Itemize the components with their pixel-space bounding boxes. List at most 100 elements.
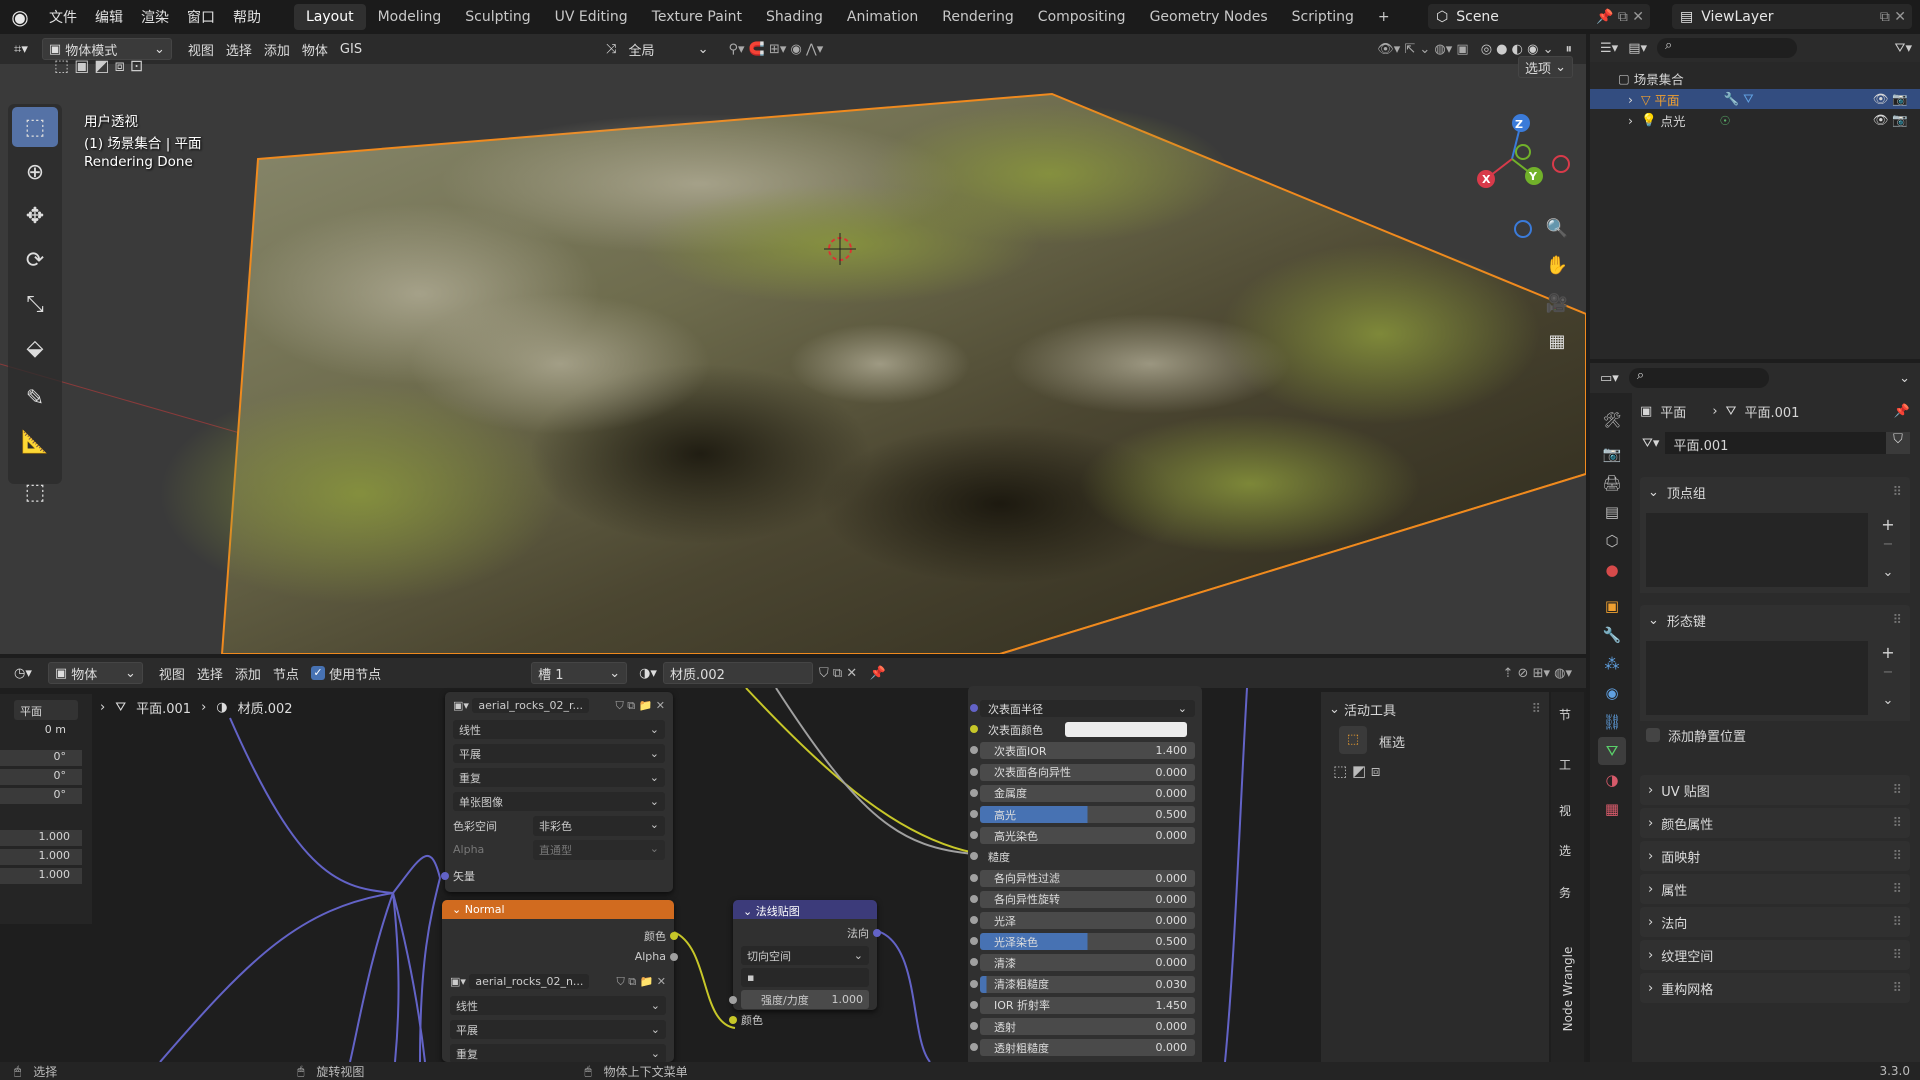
drag-handle-icon[interactable]: ⠿ — [1892, 613, 1910, 628]
side-value-scale-x[interactable]: 1.000 — [0, 830, 82, 846]
vertex-group-menu-icon[interactable]: ⌄ — [1876, 565, 1900, 587]
bsdf-input-row[interactable]: 金属度 0.000 — [980, 784, 1195, 802]
display-mode-icon[interactable]: ▤▾ — [1628, 41, 1647, 56]
bsdf-input-row[interactable]: 高光 0.500 — [980, 806, 1195, 823]
menu-edit[interactable]: 编辑 — [86, 7, 132, 27]
properties-section[interactable]: › 法向 ⠿ — [1640, 907, 1910, 937]
pin-icon[interactable]: 📌 — [1894, 404, 1910, 419]
tab-shading[interactable]: Shading — [754, 4, 835, 30]
drag-handle-icon[interactable]: ⠿ — [1892, 882, 1910, 897]
properties-section[interactable]: › 重构网格 ⠿ — [1640, 973, 1910, 1003]
drag-handle-icon[interactable]: ⠿ — [1892, 849, 1910, 864]
outliner-editor-icon[interactable]: ☰▾ — [1600, 41, 1618, 56]
pin-icon[interactable]: 📌 ⧉ ✕ — [1596, 9, 1650, 25]
expand-icon[interactable]: › — [1640, 783, 1661, 798]
bsdf-input-row[interactable]: 清漆 0.000 — [980, 954, 1195, 972]
active-tool-panel[interactable]: ⌄ 活动工具 ⠿ — [1329, 698, 1541, 720]
menu-object[interactable]: 物体 — [296, 38, 334, 60]
strength-field[interactable]: 强度/力度 1.000 — [741, 990, 869, 1009]
side-value-scale-z[interactable]: 1.000 — [0, 868, 82, 884]
collapse-icon[interactable]: ⌄ — [1640, 613, 1667, 628]
menu-select[interactable]: 选择 — [220, 38, 258, 60]
fake-user-icon[interactable]: ⛉ — [1886, 432, 1910, 454]
properties-section[interactable]: › UV 贴图 ⠿ — [1640, 775, 1910, 805]
constraints-tab-icon[interactable]: ⛓ — [1598, 708, 1626, 736]
strength-socket[interactable] — [729, 996, 737, 1004]
color-input-socket[interactable] — [729, 1016, 737, 1024]
vector-socket[interactable] — [441, 872, 449, 880]
normal-node-header[interactable]: ⌄ Normal — [442, 900, 674, 919]
tab-modeling[interactable]: Modeling — [366, 4, 454, 30]
shape-key-menu-icon[interactable]: ⌄ — [1876, 693, 1900, 715]
editor-type-icon[interactable]: ⌗▾ — [8, 38, 34, 60]
bsdf-input-row[interactable]: 清漆粗糙度 0.030 — [980, 975, 1195, 993]
render-tab-icon[interactable]: 📷 — [1598, 440, 1626, 468]
bsdf-input-row[interactable]: 透射粗糙度 0.000 — [980, 1039, 1195, 1057]
transform-orientation-selector[interactable]: 全局 ⌄ — [623, 38, 715, 60]
menu-file[interactable]: 文件 — [40, 7, 86, 27]
cursor-tool-icon[interactable]: ⊕ — [12, 152, 58, 192]
add-cube-tool-icon[interactable]: ⬚ — [12, 472, 58, 512]
texture-tab-icon[interactable]: ▦ — [1598, 795, 1626, 823]
material-browse-icon[interactable]: ◑▾ — [633, 662, 663, 684]
collapse-icon[interactable]: ⌄ — [1329, 702, 1344, 717]
shader-node-editor[interactable]: ◷▾ ▣ 物体 ⌄ 视图 选择 添加 节点 ✓ 使用节点 槽 1 ⌄ ◑▾ 材质.0… — [0, 658, 1586, 1062]
side-value-rot-y[interactable]: 0° — [0, 769, 82, 785]
add-workspace-icon[interactable]: + — [1366, 4, 1402, 30]
normal-map-node[interactable]: ⌄ 法线贴图 法向 切向空间 ⌄ ▪ 强度/力度 1.000 颜色 — [729, 900, 881, 1027]
collapse-icon[interactable]: ⌄ — [1640, 485, 1667, 500]
normal-proj-dropdown[interactable]: 平展 ⌄ — [450, 1020, 666, 1039]
modifier-tab-icon[interactable]: 🔧 — [1598, 621, 1626, 649]
source-dropdown[interactable]: 单张图像 ⌄ — [453, 792, 665, 811]
side-value-rot-z[interactable]: 0° — [0, 788, 82, 804]
drag-handle-icon[interactable]: ⠿ — [1892, 915, 1910, 930]
slot-selector[interactable]: 槽 1 ⌄ — [531, 662, 628, 684]
bsdf-input-row[interactable]: 次表面颜色 — [980, 721, 1195, 738]
material-tab-icon[interactable]: ◑ — [1598, 766, 1626, 794]
ne-menu-select[interactable]: 选择 — [191, 662, 229, 684]
tab-rendering[interactable]: Rendering — [930, 4, 1026, 30]
bsdf-input-row[interactable]: 次表面半径 ⌄ — [980, 700, 1195, 717]
side-value-distance[interactable]: 0 m — [0, 723, 82, 739]
image-actions-icon[interactable]: ⛉ ⧉ 📁 ✕ — [616, 975, 666, 989]
collapse-icon[interactable]: ⌄ — [743, 905, 756, 918]
shape-keys-panel[interactable]: ⌄ 形态键 ⠿ — [1640, 605, 1910, 635]
normal-texture-node[interactable]: ⌄ Normal 颜色 Alpha ▣▾ aerial_rocks_02_n..… — [442, 900, 678, 1062]
drag-handle-icon[interactable]: ⠿ — [1892, 783, 1910, 798]
image-selector[interactable]: ▣▾ aerial_rocks_02_r... ⛉ ⧉ 📁 ✕ — [453, 696, 665, 715]
shape-keys-list[interactable] — [1646, 641, 1868, 715]
tab-uv-editing[interactable]: UV Editing — [543, 4, 640, 30]
physics-tab-icon[interactable]: ◉ — [1598, 679, 1626, 707]
data-tab-icon[interactable]: ⛛ — [1598, 737, 1626, 765]
options-dropdown[interactable]: 选项 ⌄ — [1518, 56, 1574, 78]
expand-icon[interactable]: › — [1640, 981, 1661, 996]
expand-icon[interactable]: › — [1628, 113, 1641, 128]
bsdf-input-socket[interactable] — [970, 979, 978, 988]
visibility-icon[interactable]: 👁 📷 — [1873, 91, 1920, 107]
bsdf-input-row[interactable]: 各向异性过滤 0.000 — [980, 869, 1195, 887]
material-name-field[interactable]: 材质.002 — [662, 662, 813, 684]
tab-task[interactable]: 务 — [1559, 884, 1571, 901]
normal-output-socket[interactable] — [873, 929, 881, 937]
outliner-root[interactable]: ▢ 场景集合 — [1590, 68, 1920, 88]
menu-gis[interactable]: GIS — [334, 38, 368, 60]
normal-ext-dropdown[interactable]: 重复 ⌄ — [450, 1044, 666, 1062]
tab-sculpting[interactable]: Sculpting — [453, 4, 542, 30]
visibility-icons[interactable]: 👁▾ ⇱ ⌄ ◍▾ ▣ — [1371, 38, 1475, 60]
bsdf-input-socket[interactable] — [970, 767, 978, 776]
outliner-item-plane[interactable]: › ▽ 平面 🔧 ⛛ 👁 📷 — [1590, 89, 1920, 109]
bsdf-input-row[interactable]: 次表面各向异性 0.000 — [980, 763, 1195, 781]
blender-logo-icon[interactable]: ◉ — [0, 0, 40, 34]
remove-shape-key-icon[interactable]: − — [1876, 665, 1900, 687]
select-mode-icons[interactable]: ⬚ ◩ ⧈ — [1333, 762, 1380, 780]
visibility-icon[interactable]: 👁 📷 — [1873, 112, 1920, 128]
drag-handle-icon[interactable]: ⠿ — [1892, 816, 1910, 831]
alpha-output-socket[interactable] — [670, 953, 678, 961]
color-output-socket[interactable] — [670, 932, 678, 940]
normal-interp-dropdown[interactable]: 线性 ⌄ — [450, 996, 666, 1015]
node-editor-type-icon[interactable]: ◷▾ — [8, 662, 38, 684]
mesh-datablock-selector[interactable]: ⛛▾ 平面.001 ⛉ — [1636, 431, 1910, 455]
projection-dropdown[interactable]: 平展 ⌄ — [453, 744, 665, 763]
measure-tool-icon[interactable]: 📐 — [12, 422, 58, 462]
select-box-tool-icon[interactable]: ⬚ — [12, 107, 58, 147]
